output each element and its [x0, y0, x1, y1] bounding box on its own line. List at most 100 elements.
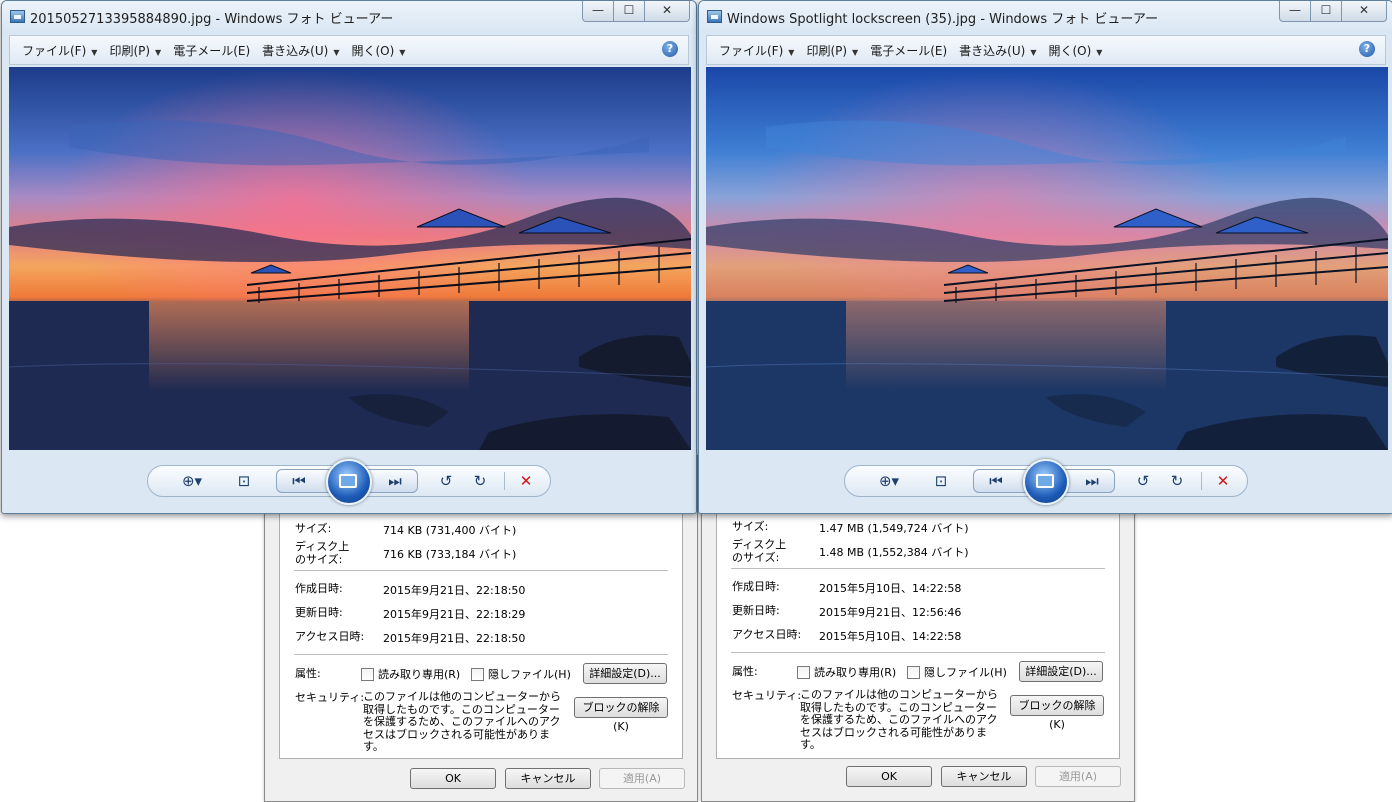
menu-print-label: 印刷(P): [109, 43, 151, 58]
menu-print[interactable]: 印刷(P) ▼: [806, 42, 858, 59]
advanced-button[interactable]: 詳細設定(D)...: [1019, 661, 1103, 682]
photo-display: [9, 67, 691, 450]
actual-size-icon[interactable]: ⊡: [232, 470, 256, 492]
menu-print[interactable]: 印刷(P) ▼: [109, 42, 161, 59]
created-value: 2015年9月21日、22:18:50: [383, 584, 526, 597]
checkbox-box[interactable]: [907, 665, 920, 679]
accessed-value: 2015年9月21日、22:18:50: [383, 632, 526, 645]
menu-bar: ファイル(F) ▼ 印刷(P) ▼ 電子メール(E) 書き込み(U) ▼ 開く(O) ▼…: [706, 35, 1386, 65]
menu-email-label: 電子メール(E): [173, 43, 251, 58]
titlebar[interactable]: Windows Spotlight lockscreen (35).jpg - …: [699, 1, 1392, 34]
hidden-checkbox[interactable]: 隠しファイル(H): [471, 666, 571, 682]
checkbox-box[interactable]: [361, 667, 374, 681]
disk-size-value: 716 KB (733,184 バイト): [383, 548, 517, 561]
size-label: サイズ:: [732, 520, 769, 533]
menu-email[interactable]: 電子メール(E): [173, 42, 250, 59]
unblock-button[interactable]: ブロックの解除(K): [574, 697, 668, 733]
menu-bar: ファイル(F) ▼ 印刷(P) ▼ 電子メール(E) 書き込み(U) ▼ 開く(O) ▼…: [9, 35, 689, 65]
help-icon[interactable]: ?: [1359, 41, 1375, 57]
maximize-button[interactable]: ☐: [1310, 1, 1342, 22]
chevron-down-icon: ▼: [1096, 47, 1103, 57]
checkbox-box[interactable]: [471, 667, 484, 681]
modified-label: 更新日時:: [295, 606, 343, 619]
delete-icon[interactable]: ✕: [1211, 470, 1235, 492]
delete-icon[interactable]: ✕: [514, 470, 538, 492]
apply-button[interactable]: 適用(A): [1035, 766, 1121, 787]
menu-open[interactable]: 開く(O) ▼: [351, 42, 405, 59]
titlebar[interactable]: 2015052713395884890.jpg - Windows フォト ビュ…: [2, 1, 696, 34]
disk-size-value: 1.48 MB (1,552,384 バイト): [819, 546, 969, 559]
window-controls: — ☐ ✕: [582, 1, 690, 22]
rotate-counterclockwise-icon[interactable]: ↺: [434, 470, 458, 492]
hidden-checkbox-label: 隠しファイル(H): [924, 666, 1007, 679]
window-controls: — ☐ ✕: [1279, 1, 1387, 22]
rotate-clockwise-icon[interactable]: ↻: [468, 470, 492, 492]
chevron-down-icon: ▼: [91, 47, 98, 57]
separator: [1201, 472, 1202, 490]
next-icon[interactable]: ⏭: [1080, 470, 1104, 492]
menu-file[interactable]: ファイル(F) ▼: [22, 42, 97, 59]
cancel-button[interactable]: キャンセル: [505, 768, 591, 789]
cancel-button[interactable]: キャンセル: [941, 766, 1027, 787]
photo-viewer-icon: [10, 10, 25, 23]
apply-button[interactable]: 適用(A): [599, 768, 685, 789]
menu-burn[interactable]: 書き込み(U) ▼: [262, 42, 339, 59]
size-label: サイズ:: [295, 522, 332, 535]
rotate-counterclockwise-icon[interactable]: ↺: [1131, 470, 1155, 492]
menu-open[interactable]: 開く(O) ▼: [1048, 42, 1102, 59]
readonly-checkbox-label: 読み取り専用(R): [814, 666, 897, 679]
readonly-checkbox[interactable]: 読み取り専用(R): [797, 664, 896, 680]
separator: [294, 654, 668, 655]
rotate-clockwise-icon[interactable]: ↻: [1165, 470, 1189, 492]
checkbox-box[interactable]: [797, 665, 810, 679]
minimize-button[interactable]: —: [1279, 1, 1311, 22]
slideshow-button[interactable]: [326, 459, 372, 505]
menu-email-label: 電子メール(E): [870, 43, 948, 58]
viewer-toolbar: ⊕▾ ⊡ ⏮ ⏭ ↺ ↻ ✕: [844, 459, 1248, 505]
actual-size-icon[interactable]: ⊡: [929, 470, 953, 492]
size-value: 714 KB (731,400 バイト): [383, 524, 517, 537]
chevron-down-icon: ▼: [852, 47, 859, 57]
sunset-pier-photo: [9, 67, 691, 450]
separator: [731, 652, 1105, 653]
window-title: Windows Spotlight lockscreen (35).jpg - …: [727, 12, 1159, 27]
menu-file-label: ファイル(F): [22, 43, 87, 58]
created-label: 作成日時:: [295, 582, 343, 595]
modified-value: 2015年9月21日、22:18:29: [383, 608, 526, 621]
zoom-icon[interactable]: ⊕▾: [873, 470, 905, 492]
readonly-checkbox[interactable]: 読み取り専用(R): [361, 666, 460, 682]
chevron-down-icon: ▼: [155, 47, 162, 57]
menu-file[interactable]: ファイル(F) ▼: [719, 42, 794, 59]
size-value: 1.47 MB (1,549,724 バイト): [819, 522, 969, 535]
close-button[interactable]: ✕: [1341, 1, 1387, 22]
maximize-button[interactable]: ☐: [613, 1, 645, 22]
hidden-checkbox[interactable]: 隠しファイル(H): [907, 664, 1007, 680]
menu-email[interactable]: 電子メール(E): [870, 42, 947, 59]
advanced-button[interactable]: 詳細設定(D)...: [583, 663, 667, 684]
unblock-button[interactable]: ブロックの解除(K): [1010, 695, 1104, 731]
previous-icon[interactable]: ⏮: [287, 470, 311, 492]
photo-display: [706, 67, 1388, 450]
hidden-checkbox-label: 隠しファイル(H): [488, 668, 571, 681]
modified-label: 更新日時:: [732, 604, 780, 617]
separator: [294, 570, 668, 571]
help-icon[interactable]: ?: [662, 41, 678, 57]
previous-icon[interactable]: ⏮: [984, 470, 1008, 492]
attributes-label: 属性:: [295, 667, 321, 680]
ok-button[interactable]: OK: [846, 766, 932, 787]
zoom-icon[interactable]: ⊕▾: [176, 470, 208, 492]
accessed-label: アクセス日時:: [732, 628, 802, 641]
menu-burn-label: 書き込み(U): [959, 43, 1026, 58]
minimize-button[interactable]: —: [582, 1, 614, 22]
readonly-checkbox-label: 読み取り専用(R): [378, 668, 461, 681]
menu-burn[interactable]: 書き込み(U) ▼: [959, 42, 1036, 59]
ok-button[interactable]: OK: [410, 768, 496, 789]
security-text: このファイルは他のコンピューターから取得したものです。このコンピューターを保護す…: [800, 688, 998, 751]
security-text: このファイルは他のコンピューターから取得したものです。このコンピューターを保護す…: [363, 690, 561, 753]
close-button[interactable]: ✕: [644, 1, 690, 22]
slideshow-button[interactable]: [1023, 459, 1069, 505]
window-title: 2015052713395884890.jpg - Windows フォト ビュ…: [30, 12, 394, 27]
separator: [504, 472, 505, 490]
chevron-down-icon: ▼: [1030, 47, 1037, 57]
next-icon[interactable]: ⏭: [383, 470, 407, 492]
